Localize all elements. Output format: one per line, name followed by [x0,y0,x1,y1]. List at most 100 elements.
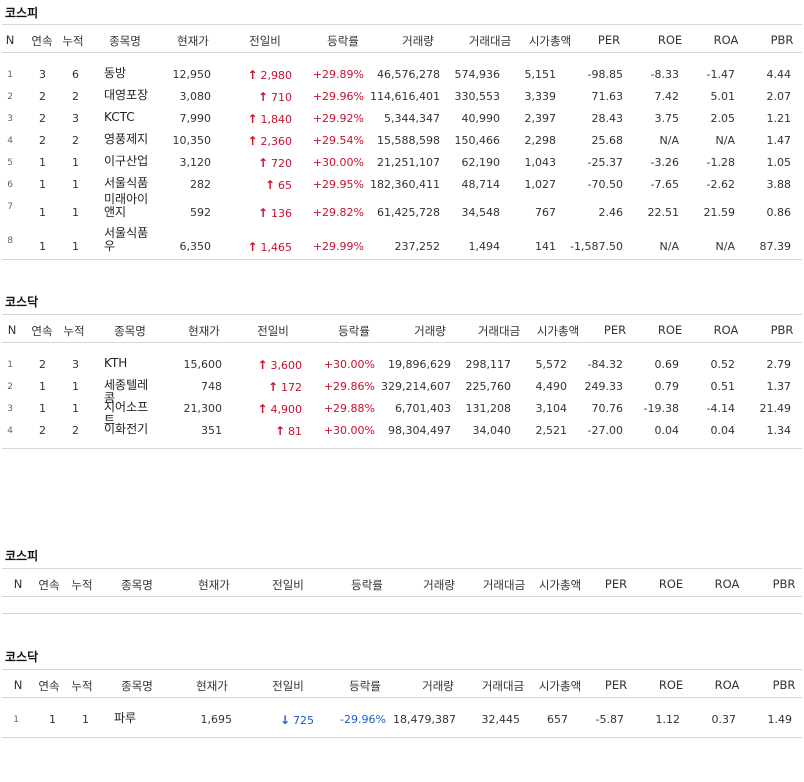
stock-name-link[interactable]: 이화전기 [104,423,156,436]
column-header-volume[interactable]: 거래량 [422,678,454,694]
table-header: N 연속 누적 종목명 현재가 전일비 등락률 거래량 거래대금 시가총액 PER ROE ROA PBR [2,315,802,343]
pbr-value: 21.49 [759,402,792,415]
change-cell: ↑ 720 [258,156,292,170]
volume-value: 18,479,387 [393,713,456,726]
roa-value: 5.01 [710,90,736,103]
pbr-value: 1.37 [766,380,792,393]
pbr-value: 2.79 [766,358,792,371]
column-header-per[interactable]: PER [605,577,627,591]
roa-value: 0.04 [710,424,736,437]
column-header-amount[interactable]: 거래대금 [469,33,511,49]
column-header-roa[interactable]: ROA [714,33,739,47]
column-header-roa[interactable]: ROA [715,577,740,591]
column-header-streak[interactable]: 연속 [31,33,52,49]
cum-value: 3 [72,112,79,125]
column-header-roe[interactable]: ROE [658,33,682,47]
volume-value: 98,304,497 [388,424,451,437]
price-value: 1,695 [200,713,233,726]
column-header-roe[interactable]: ROE [659,678,683,692]
column-header-roa[interactable]: ROA [715,678,740,692]
column-header-rate[interactable]: 등락률 [327,33,359,49]
column-header-mcap[interactable]: 시가총액 [539,577,581,593]
column-header-pbr[interactable]: PBR [773,678,796,692]
column-header-cum[interactable]: 누적 [62,33,83,49]
column-header-change[interactable]: 전일비 [249,33,281,49]
column-header-cum[interactable]: 누적 [63,323,84,339]
column-header-mcap[interactable]: 시가총액 [539,678,581,694]
column-header-price[interactable]: 현재가 [177,33,209,49]
column-header-per[interactable]: PER [598,33,620,47]
table-row: 2 1 1 세종텔레콤 748 ↑ 172 +29.86% 329,214,607 225,760… [2,375,802,405]
stock-name-link[interactable]: 파루 [114,712,166,725]
column-header-amount[interactable]: 거래대금 [478,323,520,339]
column-header-change[interactable]: 전일비 [272,678,304,694]
table-row: 4 2 2 영풍제지 10,350 ↑ 2,360 +29.54% 15,588,598 150,… [2,129,802,151]
column-header-name[interactable]: 종목명 [121,678,153,694]
column-header-change[interactable]: 전일비 [257,323,289,339]
column-header-n[interactable]: N [14,678,23,692]
rate-value: +29.92% [312,112,364,125]
column-header-price[interactable]: 현재가 [198,577,230,593]
column-header-n[interactable]: N [14,577,23,591]
column-header-per[interactable]: PER [605,678,627,692]
column-header-pbr[interactable]: PBR [773,577,796,591]
column-header-amount[interactable]: 거래대금 [482,678,524,694]
streak-value: 2 [39,112,46,125]
volume-value: 329,214,607 [381,380,451,393]
column-header-price[interactable]: 현재가 [188,323,220,339]
stock-name-link[interactable]: 대영포장 [104,89,156,102]
column-header-pbr[interactable]: PBR [771,323,794,337]
column-header-volume[interactable]: 거래량 [402,33,434,49]
column-header-n[interactable]: N [6,33,15,47]
table-row: 3 1 1 지어소프트 21,300 ↑ 4,900 +29.88% 6,701,403 131,… [2,397,802,427]
stock-name-link[interactable]: 서울식품우 [104,227,156,253]
column-header-roe[interactable]: ROE [658,323,682,337]
change-cell: ↑ 2,980 [248,68,293,82]
amount-value: 34,040 [472,424,512,437]
column-header-cum[interactable]: 누적 [71,577,92,593]
column-header-name[interactable]: 종목명 [114,323,146,339]
column-header-pbr[interactable]: PBR [771,33,794,47]
column-header-volume[interactable]: 거래량 [414,323,446,339]
column-header-change[interactable]: 전일비 [272,577,304,593]
column-header-cum[interactable]: 누적 [71,678,92,694]
column-header-rate[interactable]: 등락률 [351,577,383,593]
column-header-rate[interactable]: 등락률 [338,323,370,339]
column-header-mcap[interactable]: 시가총액 [537,323,579,339]
stock-name-link[interactable]: 서울식품 [104,177,156,190]
roa-value: 2.05 [710,112,736,125]
column-header-roe[interactable]: ROE [659,577,683,591]
column-header-per[interactable]: PER [604,323,626,337]
per-value: -1,587.50 [570,240,623,253]
rate-value: -29.96% [340,713,386,726]
column-header-name[interactable]: 종목명 [121,577,153,593]
column-header-mcap[interactable]: 시가총액 [529,33,571,49]
stock-name-link[interactable]: KTH [104,357,156,370]
stock-name-link[interactable]: 미래아이앤지 [104,193,156,219]
column-header-roa[interactable]: ROA [714,323,739,337]
column-header-price[interactable]: 현재가 [196,678,228,694]
per-value: -98.85 [587,68,623,81]
stock-name-link[interactable]: 동방 [104,67,156,80]
change-cell: ↑ 710 [258,90,292,104]
price-value: 351 [201,424,222,437]
column-header-streak[interactable]: 연속 [38,577,59,593]
amount-value: 1,494 [468,240,501,253]
column-header-streak[interactable]: 연속 [31,323,52,339]
change-value: 725 [293,714,314,727]
price-value: 748 [201,380,222,393]
stock-name-link[interactable]: KCTC [104,111,156,124]
table-header: N 연속 누적 종목명 현재가 전일비 등락률 거래량 거래대금 시가총액 PER ROE ROA PBR [2,670,802,698]
row-number: 2 [7,92,13,102]
pbr-value: 0.86 [766,206,792,219]
stock-name-link[interactable]: 이구산업 [104,155,156,168]
rate-value: +29.96% [312,90,364,103]
column-header-name[interactable]: 종목명 [109,33,141,49]
column-header-amount[interactable]: 거래대금 [483,577,525,593]
stock-name-link[interactable]: 영풍제지 [104,133,156,146]
per-value: 28.43 [591,112,624,125]
column-header-rate[interactable]: 등락률 [349,678,381,694]
column-header-streak[interactable]: 연속 [38,678,59,694]
column-header-n[interactable]: N [8,323,17,337]
column-header-volume[interactable]: 거래량 [423,577,455,593]
